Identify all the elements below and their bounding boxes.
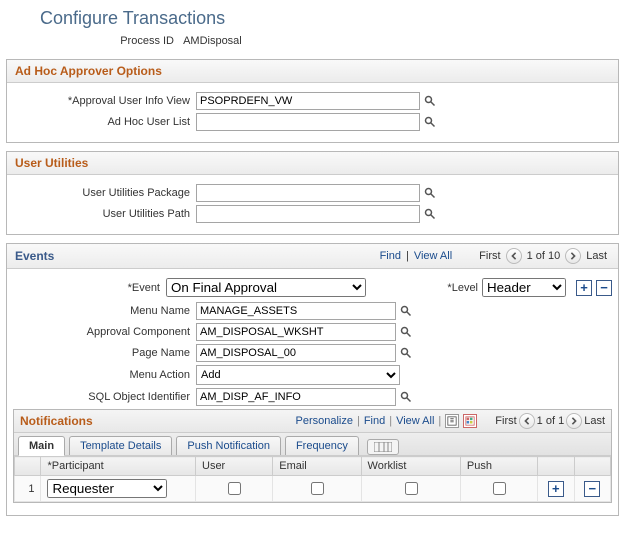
menu-action-label: Menu Action <box>11 369 196 381</box>
col-email[interactable]: Email <box>273 457 361 476</box>
prev-icon[interactable] <box>506 248 522 264</box>
add-row-button[interactable]: + <box>576 280 592 296</box>
notifications-section: Notifications Personalize | Find | View … <box>13 409 612 503</box>
col-push[interactable]: Push <box>460 457 537 476</box>
cell-num: 1 <box>15 476 41 502</box>
next-icon[interactable] <box>566 413 582 429</box>
event-label: *Event <box>11 282 166 294</box>
level-select[interactable]: Header <box>482 278 566 297</box>
adhoc-user-list-label: Ad Hoc User List <box>11 116 196 128</box>
notif-last[interactable]: Last <box>584 415 605 427</box>
adhoc-title: Ad Hoc Approver Options <box>15 64 162 78</box>
events-find-link[interactable]: Find <box>380 250 401 262</box>
adhoc-user-list-field[interactable] <box>196 113 420 131</box>
col-worklist[interactable]: Worklist <box>361 457 460 476</box>
notif-personalize-link[interactable]: Personalize <box>295 415 352 427</box>
events-title: Events <box>15 249 54 263</box>
events-pos: 1 of 10 <box>527 250 561 262</box>
util-package-field[interactable] <box>196 184 420 202</box>
approval-view-field[interactable] <box>196 92 420 110</box>
email-checkbox[interactable] <box>311 482 324 495</box>
approval-view-label: *Approval User Info View <box>11 95 196 107</box>
notifications-header: Notifications Personalize | Find | View … <box>14 410 611 433</box>
zoom-icon[interactable] <box>445 414 459 428</box>
tab-push-notification[interactable]: Push Notification <box>176 436 281 455</box>
process-id-label: Process ID <box>0 35 180 47</box>
sql-obj-label: SQL Object Identifier <box>11 391 196 403</box>
tab-main[interactable]: Main <box>18 436 65 456</box>
notification-tabs: Main Template Details Push Notification … <box>14 433 611 456</box>
col-num <box>15 457 41 476</box>
col-add <box>538 457 574 476</box>
user-utilities-title: User Utilities <box>15 156 88 170</box>
events-section: Events Find | View All First 1 of 10 Las… <box>6 243 619 516</box>
show-all-columns-icon[interactable] <box>367 439 399 455</box>
util-package-label: User Utilities Package <box>11 187 196 199</box>
lookup-icon[interactable] <box>399 325 413 339</box>
user-utilities-section: User Utilities User Utilities Package Us… <box>6 151 619 235</box>
notif-first[interactable]: First <box>495 415 516 427</box>
participant-select[interactable]: Requester <box>47 479 167 498</box>
col-participant[interactable]: *Participant <box>41 457 196 476</box>
push-checkbox[interactable] <box>493 482 506 495</box>
delete-row-button[interactable]: − <box>596 280 612 296</box>
approval-component-field[interactable] <box>196 323 396 341</box>
prev-icon[interactable] <box>519 413 535 429</box>
lookup-icon[interactable] <box>423 207 437 221</box>
util-path-label: User Utilities Path <box>11 208 196 220</box>
sql-obj-field[interactable] <box>196 388 396 406</box>
user-checkbox[interactable] <box>228 482 241 495</box>
add-row-button[interactable]: + <box>548 481 564 497</box>
worklist-checkbox[interactable] <box>405 482 418 495</box>
lookup-icon[interactable] <box>423 115 437 129</box>
menu-action-select[interactable]: Add <box>196 365 400 385</box>
menu-name-label: Menu Name <box>11 305 196 317</box>
lookup-icon[interactable] <box>423 94 437 108</box>
event-select[interactable]: On Final Approval <box>166 278 366 297</box>
lookup-icon[interactable] <box>423 186 437 200</box>
col-del <box>574 457 610 476</box>
page-title: Configure Transactions <box>0 0 625 33</box>
tab-template-details[interactable]: Template Details <box>69 436 172 455</box>
events-viewall-link[interactable]: View All <box>414 250 452 262</box>
lookup-icon[interactable] <box>399 346 413 360</box>
events-first-label[interactable]: First <box>479 250 500 262</box>
notifications-title: Notifications <box>20 414 93 428</box>
notifications-grid: *Participant User Email Worklist Push 1 … <box>14 456 611 502</box>
events-last-label[interactable]: Last <box>586 250 607 262</box>
process-id-value: AMDisposal <box>183 35 242 47</box>
download-icon[interactable] <box>463 414 477 428</box>
notif-viewall-link[interactable]: View All <box>396 415 434 427</box>
col-user[interactable]: User <box>196 457 273 476</box>
lookup-icon[interactable] <box>399 390 413 404</box>
adhoc-section: Ad Hoc Approver Options *Approval User I… <box>6 59 619 143</box>
user-utilities-header: User Utilities <box>7 152 618 175</box>
process-id-row: Process ID AMDisposal <box>0 33 625 55</box>
page-name-label: Page Name <box>11 347 196 359</box>
level-label: *Level <box>447 282 482 294</box>
util-path-field[interactable] <box>196 205 420 223</box>
menu-name-field[interactable] <box>196 302 396 320</box>
notif-find-link[interactable]: Find <box>364 415 385 427</box>
events-header: Events Find | View All First 1 of 10 Las… <box>7 244 618 269</box>
notif-pos: 1 of 1 <box>537 415 565 427</box>
adhoc-section-header: Ad Hoc Approver Options <box>7 60 618 83</box>
next-icon[interactable] <box>565 248 581 264</box>
delete-row-button[interactable]: − <box>584 481 600 497</box>
page-name-field[interactable] <box>196 344 396 362</box>
lookup-icon[interactable] <box>399 304 413 318</box>
table-row: 1 Requester + − <box>15 476 611 502</box>
approval-component-label: Approval Component <box>11 326 196 338</box>
tab-frequency[interactable]: Frequency <box>285 436 359 455</box>
